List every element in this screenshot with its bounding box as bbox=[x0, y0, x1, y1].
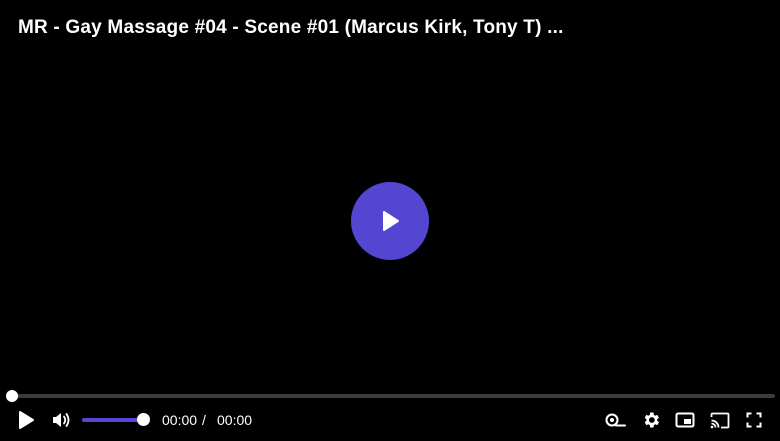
video-title: MR - Gay Massage #04 - Scene #01 (Marcus… bbox=[18, 17, 564, 38]
volume-slider[interactable] bbox=[82, 418, 144, 422]
volume-icon bbox=[53, 413, 70, 427]
picture-in-picture-icon bbox=[675, 412, 695, 428]
play-button[interactable] bbox=[14, 408, 38, 432]
cast-button[interactable] bbox=[708, 408, 732, 432]
video-player[interactable]: MR - Gay Massage #04 - Scene #01 (Marcus… bbox=[0, 0, 780, 441]
fullscreen-button[interactable] bbox=[742, 408, 766, 432]
current-time: 00:00 bbox=[162, 412, 198, 428]
play-icon bbox=[19, 411, 34, 429]
big-play-button[interactable] bbox=[351, 182, 429, 260]
volume-fill bbox=[82, 418, 144, 422]
volume-handle[interactable] bbox=[137, 413, 150, 426]
progress-bar[interactable] bbox=[11, 394, 775, 398]
play-icon bbox=[383, 211, 399, 231]
pip-button[interactable] bbox=[673, 408, 697, 432]
cast-icon bbox=[710, 412, 730, 428]
gear-icon bbox=[644, 412, 659, 428]
control-bar: 00:00 / 00:00 bbox=[0, 404, 780, 436]
captions-icon bbox=[605, 413, 626, 427]
fullscreen-icon bbox=[746, 412, 762, 428]
duration: 00:00 bbox=[217, 412, 253, 428]
settings-button[interactable] bbox=[639, 408, 663, 432]
progress-handle[interactable] bbox=[6, 390, 18, 402]
mute-button[interactable] bbox=[49, 408, 73, 432]
captions-button[interactable] bbox=[604, 408, 628, 432]
time-separator: / bbox=[202, 412, 206, 428]
